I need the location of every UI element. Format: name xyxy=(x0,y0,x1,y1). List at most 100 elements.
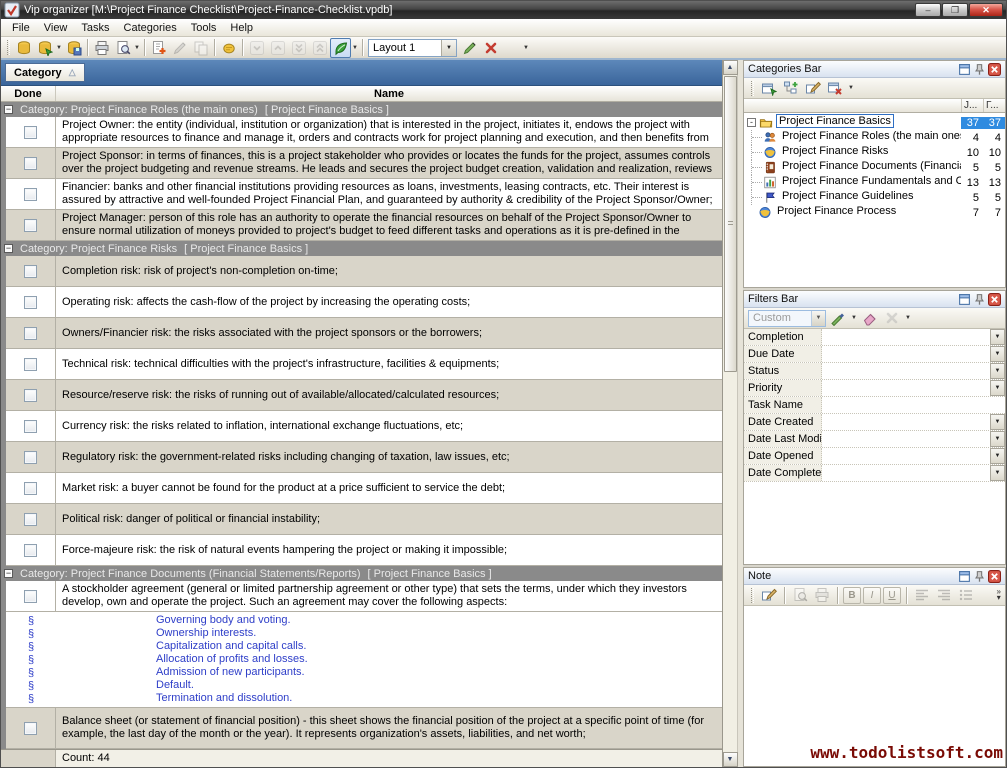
task-checkbox[interactable] xyxy=(24,722,37,735)
tree-expand-icon[interactable]: - xyxy=(747,118,756,127)
task-checkbox[interactable] xyxy=(24,358,37,371)
category-tree-item[interactable]: Project Finance Risks1010 xyxy=(744,145,1005,160)
filter-dropdown-icon[interactable]: ▼ xyxy=(990,329,1005,345)
layout-combo[interactable]: Layout 1▼ xyxy=(368,39,457,57)
add-task-button[interactable] xyxy=(148,38,169,58)
bullet-text[interactable]: Capitalization and capital calls. xyxy=(56,640,306,653)
filter-value-field[interactable] xyxy=(822,431,990,447)
panel-pin-icon[interactable] xyxy=(973,570,986,582)
panel-close-icon[interactable] xyxy=(988,570,1001,582)
scroll-down-button[interactable]: ▼ xyxy=(723,752,738,767)
collapse-icon[interactable]: − xyxy=(4,569,13,578)
task-checkbox[interactable] xyxy=(24,513,37,526)
move-up-button[interactable] xyxy=(267,38,288,58)
task-row[interactable]: Technical risk: technical difficulties w… xyxy=(6,349,722,380)
panel-pin-icon[interactable] xyxy=(973,63,986,75)
filter-value-field[interactable] xyxy=(822,465,990,481)
edit-category-button[interactable] xyxy=(803,79,823,97)
new-database-button[interactable] xyxy=(13,38,34,58)
category-tree-item[interactable]: Project Finance Guidelines55 xyxy=(744,190,1005,205)
task-row[interactable]: Political risk: danger of political or f… xyxy=(6,504,722,535)
filter-value-field[interactable] xyxy=(822,414,990,430)
note-toolbar-overflow[interactable]: »▾ xyxy=(997,589,1001,601)
task-checkbox[interactable] xyxy=(24,420,37,433)
filter-value-field[interactable] xyxy=(822,346,990,362)
filter-dropdown-icon[interactable]: ▼ xyxy=(990,380,1005,396)
column-header-name[interactable]: Name xyxy=(56,86,722,101)
filter-value-field[interactable] xyxy=(822,363,990,379)
toolbar-grip[interactable] xyxy=(7,40,10,55)
layout-combo-dropdown-icon[interactable]: ▼ xyxy=(441,40,456,56)
group-by-category-button[interactable]: Category △ xyxy=(5,63,85,82)
view-style-button[interactable] xyxy=(330,38,351,58)
task-checkbox[interactable] xyxy=(24,265,37,278)
task-checkbox[interactable] xyxy=(24,590,37,603)
task-row[interactable]: Project Sponsor: in terms of finances, t… xyxy=(6,148,722,179)
task-checkbox[interactable] xyxy=(24,157,37,170)
new-subcategory-button[interactable] xyxy=(781,79,801,97)
filter-dropdown-icon[interactable]: ▼ xyxy=(990,363,1005,379)
categories-count-col2-header[interactable]: Г... xyxy=(983,99,1005,112)
task-row[interactable]: Market risk: a buyer cannot be found for… xyxy=(6,473,722,504)
categories-overflow-icon[interactable]: ▼ xyxy=(847,85,855,91)
task-row[interactable]: Financier: banks and other financial ins… xyxy=(6,179,722,210)
menu-item-tasks[interactable]: Tasks xyxy=(74,20,116,36)
task-checkbox[interactable] xyxy=(24,389,37,402)
menu-item-view[interactable]: View xyxy=(37,20,75,36)
filter-dropdown-icon[interactable]: ▼ xyxy=(990,465,1005,481)
grid-vertical-scrollbar[interactable]: ▲ ▼ xyxy=(723,60,738,767)
category-header[interactable]: −Category: Project Finance Roles (the ma… xyxy=(1,102,722,117)
align-left-button[interactable] xyxy=(912,586,932,604)
filters-overflow-icon[interactable]: ▼ xyxy=(904,315,912,321)
scroll-up-button[interactable]: ▲ xyxy=(723,60,738,75)
bullet-text[interactable]: Allocation of profits and losses. xyxy=(56,653,308,666)
panel-position-icon[interactable] xyxy=(958,293,971,305)
menu-item-categories[interactable]: Categories xyxy=(117,20,184,36)
category-tree-item[interactable]: Project Finance Process77 xyxy=(744,205,1005,220)
open-database-button[interactable] xyxy=(34,38,55,58)
note-print-button[interactable] xyxy=(812,586,832,604)
note-print-preview-button[interactable] xyxy=(790,586,810,604)
category-tree-item[interactable]: -Project Finance Basics3737 xyxy=(744,115,1005,130)
task-row[interactable]: Resource/reserve risk: the risks of runn… xyxy=(6,380,722,411)
filter-dropdown-icon[interactable]: ▼ xyxy=(990,431,1005,447)
underline-button[interactable]: U xyxy=(883,587,901,604)
task-row[interactable]: Completion risk: risk of project's non-c… xyxy=(6,256,722,287)
task-checkbox[interactable] xyxy=(24,451,37,464)
bullet-text[interactable]: Ownership interests. xyxy=(56,627,256,640)
filter-value-field[interactable] xyxy=(822,448,990,464)
filter-value-field[interactable] xyxy=(822,380,990,396)
apply-filter-dropdown-icon[interactable]: ▼ xyxy=(850,315,858,321)
column-header-done[interactable]: Done xyxy=(1,86,56,101)
task-row[interactable]: A stockholder agreement (general or limi… xyxy=(6,581,722,612)
task-checkbox[interactable] xyxy=(24,327,37,340)
print-preview-button[interactable] xyxy=(112,38,133,58)
move-to-top-button[interactable] xyxy=(309,38,330,58)
collapse-icon[interactable]: − xyxy=(4,105,13,114)
edit-layout-button[interactable] xyxy=(459,38,480,58)
open-database-dropdown-icon[interactable]: ▼ xyxy=(55,45,63,51)
save-database-button[interactable] xyxy=(63,38,84,58)
filter-dropdown-icon[interactable]: ▼ xyxy=(990,448,1005,464)
task-checkbox[interactable] xyxy=(24,544,37,557)
edit-note-button[interactable] xyxy=(759,586,779,604)
delete-category-button[interactable] xyxy=(825,79,845,97)
task-row[interactable]: Project Manager: person of this role has… xyxy=(6,210,722,241)
view-style-dropdown-icon[interactable]: ▼ xyxy=(351,45,359,51)
task-checkbox[interactable] xyxy=(24,482,37,495)
filter-preset-combo[interactable]: Custom ▼ xyxy=(748,310,826,327)
panel-close-icon[interactable] xyxy=(988,293,1001,305)
complete-task-button[interactable] xyxy=(218,38,239,58)
filter-dropdown-icon[interactable]: ▼ xyxy=(990,414,1005,430)
filter-preset-dropdown-icon[interactable]: ▼ xyxy=(811,311,825,326)
clone-task-button[interactable] xyxy=(190,38,211,58)
move-down-button[interactable] xyxy=(246,38,267,58)
bold-button[interactable]: B xyxy=(843,587,861,604)
print-preview-dropdown-icon[interactable]: ▼ xyxy=(133,45,141,51)
bullet-list-button[interactable] xyxy=(956,586,976,604)
task-checkbox[interactable] xyxy=(24,296,37,309)
italic-button[interactable]: I xyxy=(863,587,881,604)
delete-filter-button[interactable] xyxy=(882,309,902,327)
categories-toolbar-grip[interactable] xyxy=(751,81,754,96)
task-checkbox[interactable] xyxy=(24,219,37,232)
